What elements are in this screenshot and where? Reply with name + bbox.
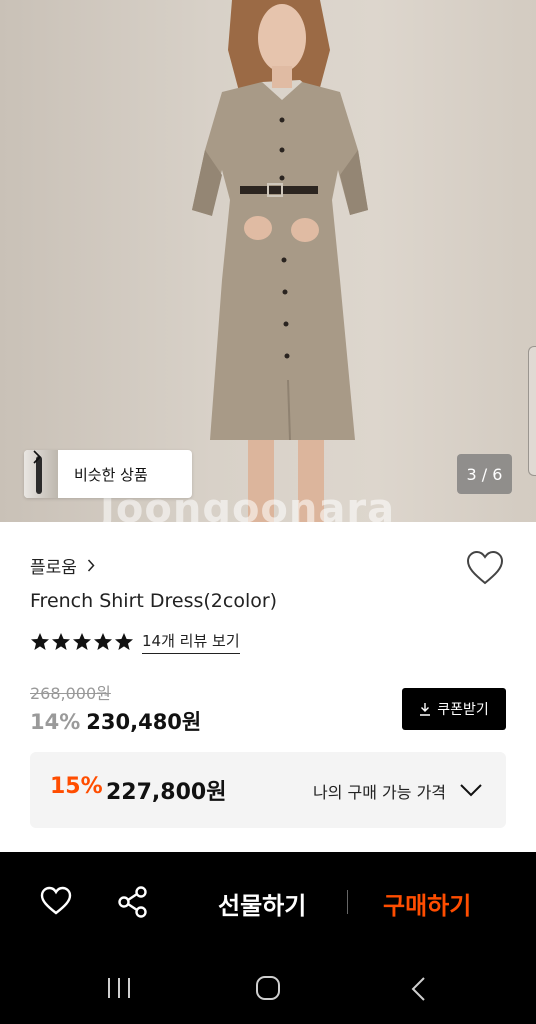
share-icon[interactable] — [118, 886, 148, 918]
coupon-button-label: 쿠폰받기 — [437, 702, 489, 718]
chevron-right-icon — [87, 559, 95, 572]
brand-name: 플로움 — [30, 558, 77, 578]
back-icon[interactable] — [409, 976, 429, 1002]
rating-row: 14개 리뷰 보기 — [30, 630, 240, 654]
my-price-label: 나의 구매 가능 가격 — [313, 783, 447, 802]
star-icon — [73, 633, 91, 650]
chevron-down-icon — [460, 784, 482, 797]
product-photo — [192, 0, 368, 522]
original-price: 268,000원 — [30, 684, 111, 703]
similar-products-button[interactable]: 비슷한 상품 — [24, 450, 192, 498]
system-navigation-bar — [0, 952, 536, 1024]
action-divider — [347, 890, 348, 914]
product-title: French Shirt Dress(2color) — [30, 590, 278, 612]
star-icon — [115, 633, 133, 650]
gift-button[interactable]: 선물하기 — [218, 886, 306, 921]
home-icon[interactable] — [255, 974, 281, 1002]
sale-price: 230,480원 — [86, 710, 202, 734]
my-price-discount: 15% — [50, 774, 103, 799]
wishlist-heart-icon[interactable] — [466, 550, 504, 586]
star-icon — [31, 633, 49, 650]
brand-link[interactable]: 플로움 — [30, 553, 95, 578]
star-icon — [52, 633, 70, 650]
recent-apps-icon[interactable] — [106, 976, 132, 1000]
my-price-panel[interactable]: 15% 227,800원 나의 구매 가능 가격 — [30, 752, 506, 828]
star-rating — [30, 632, 134, 652]
price-row: 14% 230,480원 — [30, 706, 201, 736]
discount-percent: 14% — [30, 710, 81, 734]
product-image-carousel[interactable]: Joongoonara 비슷한 상품 3 / 6 — [0, 0, 536, 522]
heart-icon[interactable] — [40, 886, 72, 916]
review-link[interactable]: 14개 리뷰 보기 — [142, 630, 240, 654]
edge-panel-handle[interactable] — [528, 346, 536, 476]
image-counter: 3 / 6 — [457, 454, 512, 494]
purchase-action-bar: 선물하기 구매하기 — [0, 852, 536, 952]
coupon-button[interactable]: 쿠폰받기 — [402, 688, 506, 730]
similar-products-label: 비슷한 상품 — [74, 465, 148, 484]
my-price-amount: 227,800원 — [106, 780, 227, 805]
download-icon — [420, 703, 431, 716]
star-icon — [94, 633, 112, 650]
chevron-right-icon — [33, 450, 42, 464]
buy-button[interactable]: 구매하기 — [383, 886, 471, 921]
